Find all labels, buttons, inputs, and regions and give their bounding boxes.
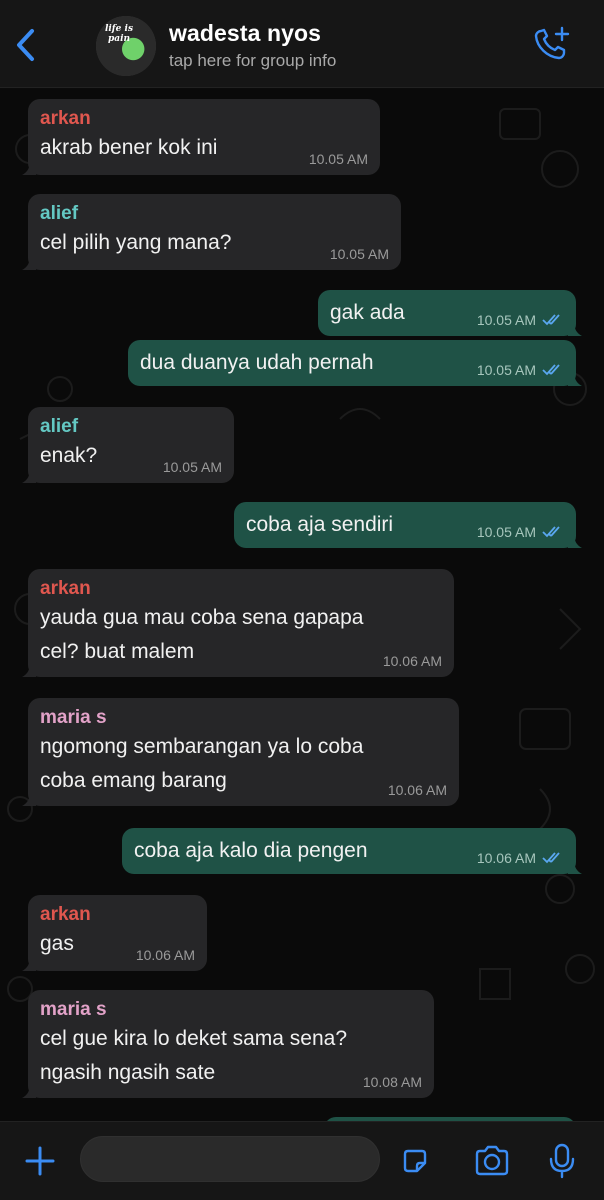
add-call-icon [534,26,570,60]
message-time: 10.06 AM [476,850,536,866]
group-name[interactable]: wadesta nyos [169,20,321,47]
bubble-tail [22,469,36,483]
microphone-icon [549,1143,575,1179]
double-check-icon [542,314,560,326]
message-time: 10.05 AM [476,524,536,540]
message-time: 10.05 AM [476,312,536,328]
bubble-tail [568,372,582,386]
chat-header: life is pain wadesta nyos tap here for g… [0,0,604,88]
message-list[interactable]: arkan akrab bener kok ini 10.05 AM alief… [0,89,604,1121]
message-text: ngomong sembarangan ya lo coba [40,735,364,758]
message-bubble-outgoing[interactable]: coba aja sendiri 10.05 AM [234,502,582,548]
sender-name: maria s [40,999,107,1020]
message-bubble-outgoing[interactable]: coba aja kalo dia pengen 10.06 AM [122,828,582,874]
message-time: 10.05 AM [476,362,536,378]
message-time: 10.06 AM [382,653,442,669]
sender-name: maria s [40,707,107,728]
chevron-left-icon [17,29,34,61]
sticker-button[interactable] [393,1139,437,1183]
double-check-icon [542,852,560,864]
message-bubble-incoming[interactable]: alief enak? 10.05 AM [22,407,234,483]
message-time: 10.05 AM [162,459,222,475]
bubble-tail [22,957,36,971]
bubble-tail [22,792,36,806]
sender-name: alief [40,203,79,224]
message-text: cel gue kira lo deket sama sena? [40,1027,348,1050]
camera-icon [475,1145,509,1176]
bubble-tail [568,534,582,548]
sender-name: arkan [40,578,91,599]
double-check-icon [542,364,560,376]
bubble-tail [568,322,582,336]
back-button[interactable] [8,22,44,68]
message-text: cel? buat malem [40,640,195,663]
bubble-tail [568,860,582,874]
message-bubble-incoming[interactable]: arkan yauda gua mau coba sena gapapa cel… [22,569,454,677]
message-bubble-incoming[interactable]: arkan gas 10.06 AM [22,895,207,971]
group-info-hint[interactable]: tap here for group info [169,51,336,71]
attach-button[interactable] [18,1139,62,1183]
message-bubble-outgoing[interactable]: dua duanya udah pernah 10.05 AM [128,340,582,386]
sender-name: alief [40,416,79,437]
sender-name: arkan [40,108,91,129]
compose-bar [0,1121,604,1200]
bubble-tail [22,663,36,677]
double-check-icon [542,526,560,538]
message-bubble-incoming[interactable]: alief cel pilih yang mana? 10.05 AM [22,194,401,270]
message-time: 10.05 AM [329,246,389,262]
avatar-text: life is pain [104,24,134,44]
sender-name: arkan [40,904,91,925]
message-input[interactable] [80,1136,380,1182]
message-text: coba emang barang [40,769,227,792]
message-time: 10.06 AM [387,782,447,798]
sticker-icon [403,1149,427,1173]
plus-icon [25,1146,55,1176]
voice-message-button[interactable] [540,1139,584,1183]
camera-button[interactable] [470,1139,514,1183]
group-avatar[interactable]: life is pain [96,16,156,76]
message-time: 10.08 AM [362,1074,422,1090]
bubble-tail [22,256,36,270]
add-call-button[interactable] [528,22,576,66]
bubble-tail [22,161,36,175]
message-bubble-incoming[interactable]: maria s cel gue kira lo deket sama sena?… [22,990,434,1098]
message-time: 10.06 AM [135,947,195,963]
message-bubble-incoming[interactable]: maria s ngomong sembarangan ya lo coba c… [22,698,459,806]
message-bubble-outgoing[interactable]: gak ada 10.05 AM [318,290,582,336]
message-bubble-incoming[interactable]: arkan akrab bener kok ini 10.05 AM [22,99,380,175]
message-time: 10.05 AM [308,151,368,167]
bubble-tail [22,1084,36,1098]
message-text: yauda gua mau coba sena gapapa [40,606,364,629]
